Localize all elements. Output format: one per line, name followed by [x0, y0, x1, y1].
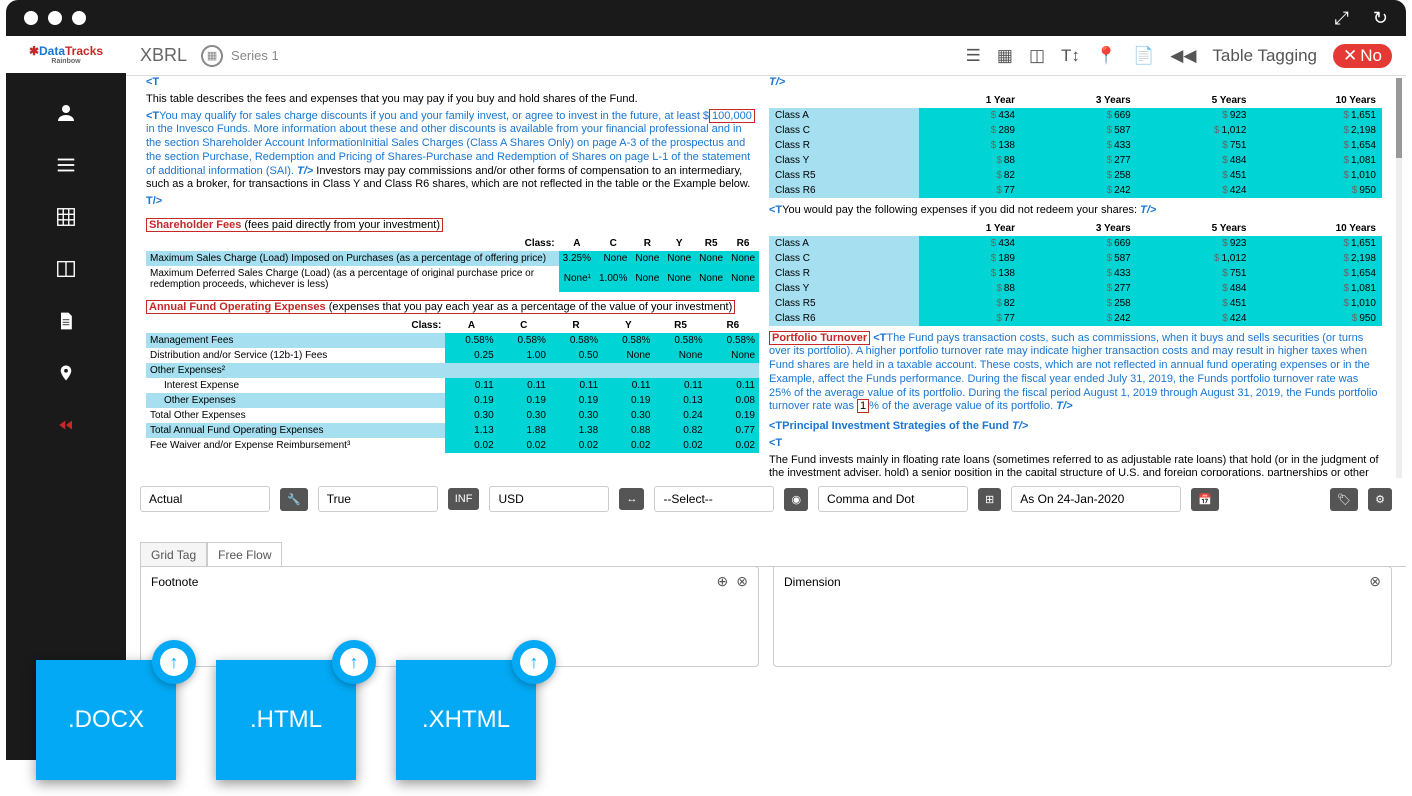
tb-file-icon[interactable]: 📄 — [1133, 46, 1154, 66]
close-dot[interactable] — [24, 11, 38, 25]
dimension-body[interactable] — [774, 596, 1391, 666]
date-input[interactable] — [1011, 486, 1181, 512]
html-upload-badge[interactable]: .HTML ↑ — [216, 660, 356, 780]
xhtml-upload-badge[interactable]: .XHTML ↑ — [396, 660, 536, 780]
actual-input[interactable] — [140, 486, 270, 512]
xbrl-tag-close: T/> — [146, 195, 759, 209]
fullscreen-icon[interactable]: ⤢ — [1335, 8, 1349, 29]
table-tagging-label: Table Tagging — [1212, 46, 1317, 66]
shareholder-fees-heading[interactable]: Shareholder Fees (fees paid directly fro… — [146, 218, 443, 232]
tb-text-icon[interactable]: T↕ — [1061, 46, 1080, 66]
dimension-panel: Dimension ⊗ — [773, 566, 1392, 667]
window-titlebar: ⤢ ↻ — [6, 0, 1406, 36]
currency-button[interactable]: ↔ — [619, 488, 644, 510]
tag-controls: 🔧 INF ↔ ◉ ⊞ 📅 🏷 ⚙ — [126, 476, 1406, 522]
add-icon[interactable]: ⊕ — [717, 573, 729, 590]
tag-button[interactable]: 🏷 — [1330, 488, 1358, 511]
tagged-amount[interactable]: 100,000 — [709, 109, 755, 123]
rewind-icon[interactable] — [54, 413, 78, 437]
refresh-icon[interactable]: ↻ — [1373, 8, 1388, 29]
intro-text: This table describes the fees and expens… — [146, 93, 759, 107]
format-button[interactable]: ⊞ — [978, 488, 1001, 511]
document-icon[interactable] — [54, 309, 78, 333]
minimize-dot[interactable] — [48, 11, 62, 25]
qualify-text: <TYou may qualify for sales charge disco… — [146, 110, 759, 193]
annual-expenses-table: Class: ACRYR5R6 Management Fees0.58%0.58… — [146, 318, 759, 453]
pin-icon[interactable] — [54, 361, 78, 385]
xbrl-tag-open: <T — [146, 76, 159, 88]
true-input[interactable] — [318, 486, 438, 512]
table-tagging-toggle[interactable]: ✕ No — [1333, 44, 1392, 68]
strategies-body: The Fund invests mainly in floating rate… — [769, 454, 1382, 477]
list-icon[interactable] — [54, 153, 78, 177]
document-left-column: <T This table describes the fees and exp… — [146, 76, 769, 476]
series-selector[interactable]: ▦ Series 1 — [201, 45, 279, 67]
tab-grid-tag[interactable]: Grid Tag — [140, 542, 207, 567]
dimension-label: Dimension — [784, 575, 841, 589]
tb-list-icon[interactable]: ☰ — [966, 46, 981, 66]
tab-free-flow[interactable]: Free Flow — [207, 542, 282, 567]
window-controls — [24, 11, 86, 25]
annual-expenses-heading[interactable]: Annual Fund Operating Expenses (expenses… — [146, 300, 735, 314]
tb-table-icon[interactable]: ▦ — [997, 46, 1013, 66]
footnote-panel: Footnote ⊕ ⊗ — [140, 566, 759, 667]
document-right-column: T/> 1 Year3 Years5 Years10 Years Class A… — [769, 76, 1392, 476]
tagged-rate[interactable]: 1 — [857, 399, 869, 413]
docx-upload-badge[interactable]: .DOCX ↑ — [36, 660, 176, 780]
expense-table-2: 1 Year3 Years5 Years10 Years Class A$434… — [769, 221, 1382, 326]
tb-rewind-icon[interactable]: ◀◀ — [1170, 46, 1196, 66]
calendar-button[interactable]: 📅 — [1191, 488, 1219, 511]
portfolio-turnover: Portfolio Turnover <TThe Fund pays trans… — [769, 332, 1382, 415]
format-input[interactable] — [818, 486, 968, 512]
maximize-dot[interactable] — [72, 11, 86, 25]
select-input[interactable] — [654, 486, 774, 512]
redeem-note: <TYou would pay the following expenses i… — [769, 204, 1382, 218]
select-button[interactable]: ◉ — [784, 488, 808, 511]
upload-icon: ↑ — [512, 640, 556, 684]
columns-icon[interactable] — [54, 257, 78, 281]
tb-location-icon[interactable]: 📍 — [1096, 46, 1117, 66]
wrench-button[interactable]: 🔧 — [280, 488, 308, 511]
portfolio-turnover-heading[interactable]: Portfolio Turnover — [769, 331, 870, 345]
close-icon[interactable]: ⊗ — [736, 573, 748, 590]
shareholder-fees-table: Class: ACRYR5R6 Maximum Sales Charge (Lo… — [146, 236, 759, 292]
grid-icon[interactable] — [54, 205, 78, 229]
gear-button[interactable]: ⚙ — [1368, 488, 1392, 511]
footnote-body[interactable] — [141, 596, 758, 666]
series-icon: ▦ — [201, 45, 223, 67]
inf-button[interactable]: INF — [448, 488, 480, 510]
expense-table-1: 1 Year3 Years5 Years10 Years Class A$434… — [769, 93, 1382, 198]
toolbar: XBRL ▦ Series 1 ☰ ▦ ◫ T↕ 📍 📄 ◀◀ Table Ta… — [126, 36, 1406, 76]
page-title: XBRL — [140, 45, 187, 66]
logo: ✱DataTracks Rainbow — [6, 36, 126, 73]
strategies-heading: <TPrincipal Investment Strategies of the… — [769, 420, 1382, 434]
close-icon[interactable]: ⊗ — [1369, 573, 1381, 590]
currency-input[interactable] — [489, 486, 609, 512]
sidebar: ✱DataTracks Rainbow — [6, 36, 126, 760]
scrollbar[interactable] — [1396, 78, 1402, 478]
upload-icon: ↑ — [332, 640, 376, 684]
footnote-label: Footnote — [151, 575, 198, 589]
tb-columns-icon[interactable]: ◫ — [1029, 46, 1045, 66]
user-icon[interactable] — [54, 101, 78, 125]
upload-icon: ↑ — [152, 640, 196, 684]
